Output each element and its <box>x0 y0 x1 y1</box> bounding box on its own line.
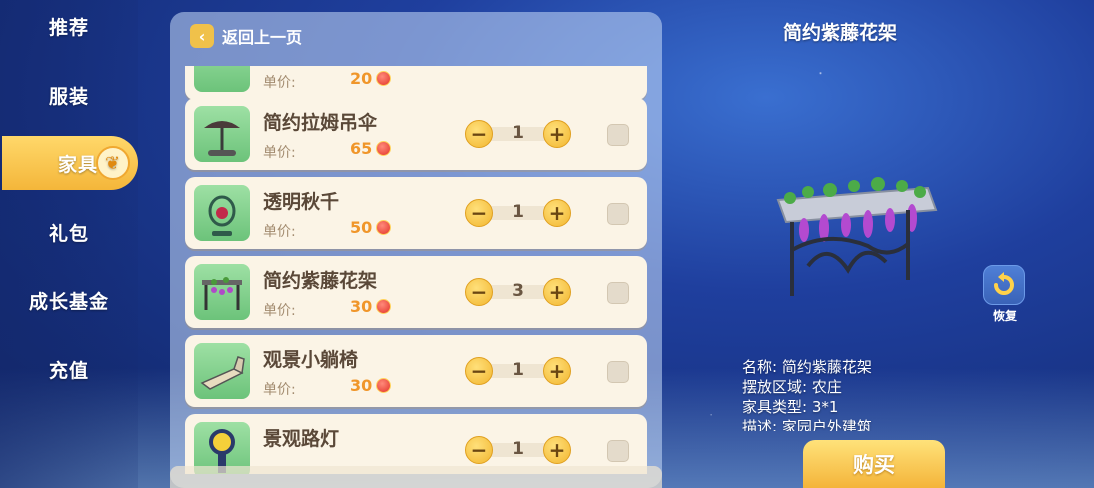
item-name: 透明秋千 <box>263 191 340 213</box>
minus-button[interactable]: − <box>465 120 493 148</box>
item-thumbnail <box>194 264 250 320</box>
item-thumbnail <box>194 185 250 241</box>
item-name: 景观路灯 <box>263 428 340 450</box>
minus-button[interactable]: − <box>465 436 493 464</box>
info-type: 家具类型: 3*1 <box>742 398 839 416</box>
list-item[interactable]: 简约紫藤花架 单价: 30 − 3 + <box>185 256 647 328</box>
select-checkbox[interactable] <box>607 282 629 304</box>
quantity-value: 1 <box>512 360 524 380</box>
wisteria-trellis-model-icon <box>776 177 938 296</box>
coin-icon <box>376 299 391 314</box>
preview-title: 简约紫藤花架 <box>782 22 897 44</box>
select-checkbox[interactable] <box>607 361 629 383</box>
restore-button[interactable]: 恢复 <box>983 265 1027 323</box>
furniture-list[interactable]: 单价: 20 简约拉姆吊伞 单价: 65 − 1 + 透明秋千 单价: 50 −… <box>185 66 647 474</box>
list-item[interactable]: 单价: 20 <box>185 66 647 100</box>
list-item[interactable]: 透明秋千 单价: 50 − 1 + <box>185 177 647 249</box>
item-thumbnail <box>194 343 250 399</box>
quantity-stepper: − 1 + <box>465 199 571 227</box>
swing-icon <box>208 195 236 236</box>
price-label: 单价: <box>263 224 296 240</box>
lounge-chair-icon <box>200 356 245 390</box>
quantity-value: 1 <box>512 439 524 459</box>
price-value: 30 <box>350 297 373 316</box>
quantity-stepper: − 1 + <box>465 120 571 148</box>
umbrella-icon <box>204 121 240 156</box>
price-label: 单价: <box>263 145 296 161</box>
quantity-value: 3 <box>512 281 524 301</box>
price-label: 单价: <box>263 75 296 91</box>
nav-item-furniture[interactable]: 家具 ❦ <box>2 136 138 190</box>
buy-button[interactable]: 购买 <box>803 440 945 488</box>
select-checkbox[interactable] <box>607 203 629 225</box>
list-item[interactable]: 观景小躺椅 单价: 30 − 1 + <box>185 335 647 407</box>
coin-icon <box>376 378 391 393</box>
price-label: 单价: <box>263 303 296 319</box>
nav-item-furniture-label: 家具 <box>58 153 99 176</box>
minus-button[interactable]: − <box>465 199 493 227</box>
item-name: 简约紫藤花架 <box>263 270 378 292</box>
select-checkbox[interactable] <box>607 124 629 146</box>
list-item[interactable]: 简约拉姆吊伞 单价: 65 − 1 + <box>185 98 647 170</box>
nav-item-clothing[interactable]: 服装 <box>0 69 138 121</box>
restore-label: 恢复 <box>992 309 1017 323</box>
price-label: 单价: <box>263 382 296 398</box>
wisteria-trellis-icon <box>202 277 242 310</box>
item-name: 观景小躺椅 <box>263 349 359 371</box>
plus-button[interactable]: + <box>543 357 571 385</box>
quantity-stepper: − 3 + <box>465 278 571 306</box>
footer-summary-bar <box>170 466 662 488</box>
item-thumbnail <box>194 66 250 92</box>
item-list-panel: ‹ 返回上一页 单价: 20 简约拉姆吊伞 单价: 65 − 1 + 透明秋千 … <box>170 12 662 488</box>
minus-button[interactable]: − <box>465 278 493 306</box>
restore-icon <box>983 265 1025 305</box>
back-arrow-icon: ‹ <box>190 24 214 48</box>
quantity-value: 1 <box>512 202 524 222</box>
info-name: 名称: 简约紫藤花架 <box>742 358 872 376</box>
list-item[interactable]: 景观路灯 − 1 + <box>185 414 647 474</box>
coin-icon <box>376 141 391 156</box>
price-value: 30 <box>350 376 373 395</box>
item-thumbnail <box>194 106 250 162</box>
coin-icon <box>376 220 391 235</box>
nav-item-recommend[interactable]: 推荐 <box>0 0 138 52</box>
plus-button[interactable]: + <box>543 199 571 227</box>
back-label: 返回上一页 <box>222 28 303 47</box>
info-description: 描述: 家园户外建筑 <box>742 418 872 431</box>
quantity-stepper: − 1 + <box>465 436 571 464</box>
paw-icon: ❦ <box>96 146 130 180</box>
quantity-stepper: − 1 + <box>465 357 571 385</box>
item-info: 名称: 简约紫藤花架 摆放区域: 农庄 家具类型: 3*1 描述: 家园户外建筑 <box>742 357 942 431</box>
plus-button[interactable]: + <box>543 120 571 148</box>
price-value: 50 <box>350 218 373 237</box>
info-area: 摆放区域: 农庄 <box>742 378 842 396</box>
plus-button[interactable]: + <box>543 436 571 464</box>
price-value: 65 <box>350 139 373 158</box>
nav-item-recharge[interactable]: 充值 <box>0 343 138 395</box>
nav-item-gift-pack[interactable]: 礼包 <box>0 206 138 258</box>
coin-icon <box>376 71 391 86</box>
category-sidebar: 推荐 服装 家具 ❦ 礼包 成长基金 充值 <box>0 0 138 488</box>
item-name: 简约拉姆吊伞 <box>263 112 378 134</box>
plus-button[interactable]: + <box>543 278 571 306</box>
nav-item-growth-fund[interactable]: 成长基金 <box>0 274 138 326</box>
preview-model <box>768 170 944 310</box>
price-value: 20 <box>350 69 373 88</box>
back-button[interactable]: ‹ 返回上一页 <box>190 22 302 50</box>
quantity-value: 1 <box>512 123 524 143</box>
minus-button[interactable]: − <box>465 357 493 385</box>
select-checkbox[interactable] <box>607 440 629 462</box>
